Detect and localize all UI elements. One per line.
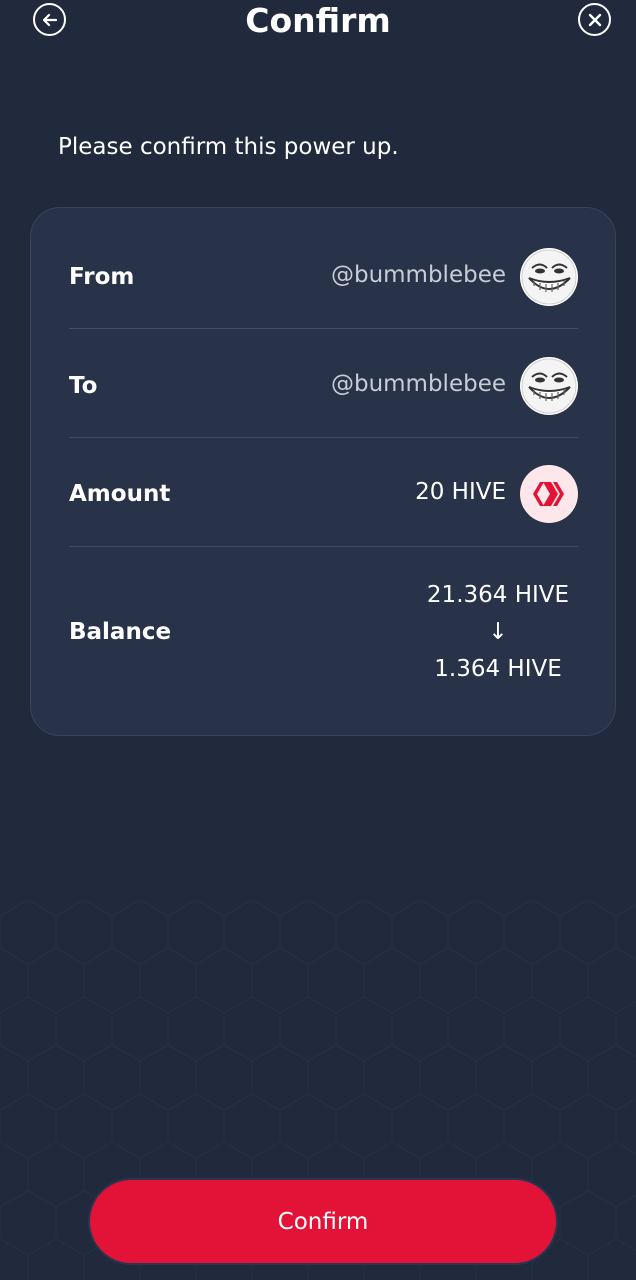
to-row: To @bummblebee — [69, 357, 578, 415]
from-label: From — [69, 264, 135, 290]
amount-label: Amount — [69, 481, 171, 507]
amount-value: 20 HIVE — [415, 479, 506, 505]
row-divider — [69, 437, 578, 438]
hive-logo-icon — [533, 482, 564, 506]
close-button[interactable] — [578, 3, 611, 36]
row-divider — [69, 546, 578, 547]
page-title: Confirm — [245, 1, 391, 40]
confirm-button-label: Confirm — [277, 1208, 369, 1235]
troll-face-avatar-icon — [521, 358, 577, 414]
balance-after: 1.364 HIVE — [434, 656, 562, 682]
from-value: @bummblebee — [330, 262, 506, 288]
avatar-to — [520, 357, 578, 415]
avatar-from — [520, 248, 578, 306]
confirmation-card: From @bummblebee To @bummblebee Amount 2… — [30, 207, 616, 736]
balance-row: Balance 21.364 HIVE ↓ 1.364 HIVE — [69, 575, 578, 687]
header: Confirm — [0, 0, 636, 46]
to-label: To — [69, 373, 98, 399]
row-divider — [69, 328, 578, 329]
from-row: From @bummblebee — [69, 248, 578, 306]
hive-token-icon — [520, 465, 578, 523]
amount-row: Amount 20 HIVE — [69, 465, 578, 523]
balance-before: 21.364 HIVE — [426, 582, 570, 608]
confirm-message: Please confirm this power up. — [58, 134, 399, 160]
troll-face-avatar-icon — [521, 249, 577, 305]
to-value: @bummblebee — [330, 371, 506, 397]
confirm-button[interactable]: Confirm — [88, 1178, 558, 1265]
balance-values: 21.364 HIVE ↓ 1.364 HIVE — [418, 577, 578, 688]
arrow-down-icon: ↓ — [488, 619, 508, 645]
close-icon — [588, 13, 601, 26]
balance-label: Balance — [69, 619, 172, 645]
